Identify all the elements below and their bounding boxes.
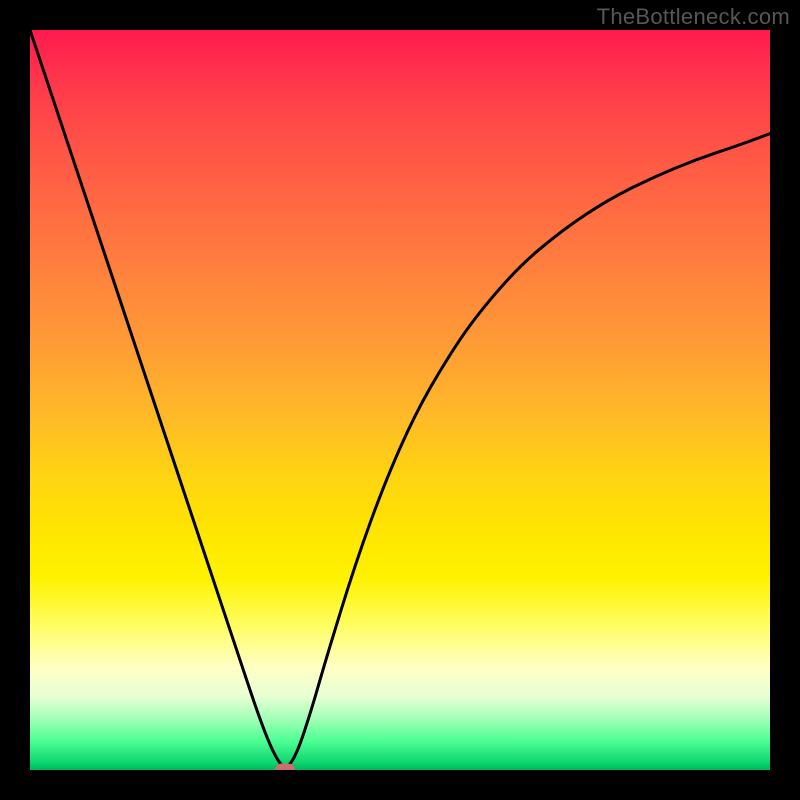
plot-area <box>30 30 770 770</box>
bottleneck-curve <box>30 30 770 770</box>
watermark-text: TheBottleneck.com <box>597 4 790 30</box>
optimum-marker <box>275 764 295 771</box>
chart-frame: TheBottleneck.com <box>0 0 800 800</box>
